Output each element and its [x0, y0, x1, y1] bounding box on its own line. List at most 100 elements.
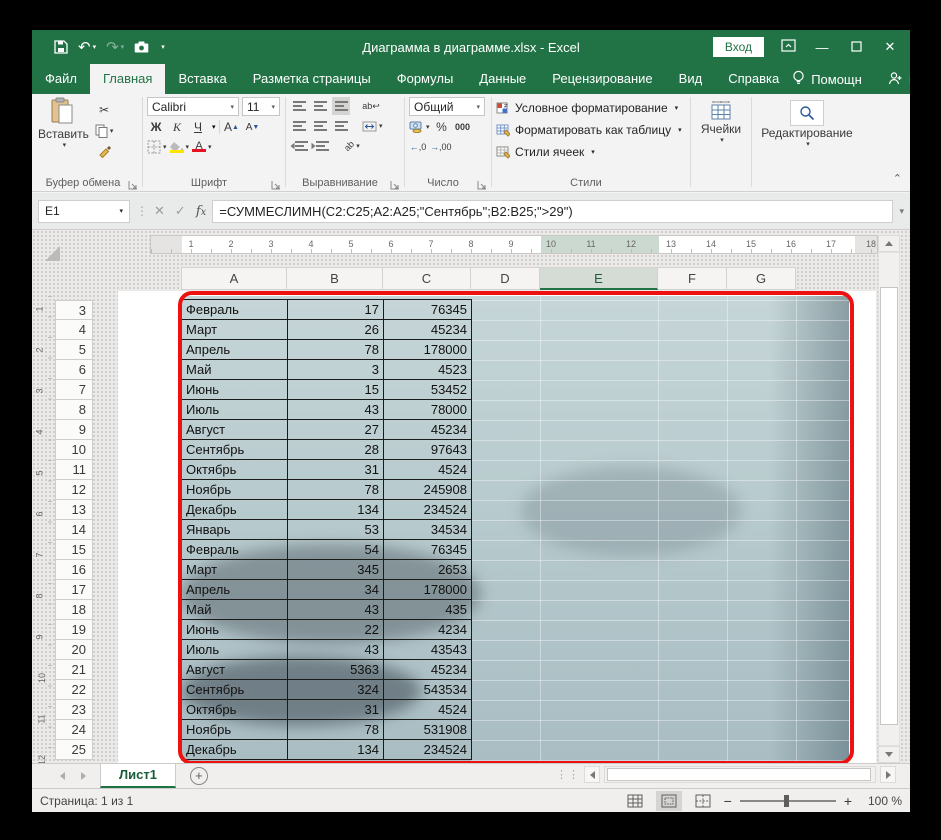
add-sheet-icon[interactable]: + — [190, 767, 208, 785]
tab-главная[interactable]: Главная — [90, 64, 165, 94]
cell-value-c[interactable]: 34534 — [384, 520, 472, 540]
increase-decimal-icon[interactable]: ←,0 — [409, 138, 427, 156]
number-format-combo[interactable]: Общий▾ — [409, 97, 485, 116]
tab-файл[interactable]: Файл — [32, 64, 90, 94]
cut-icon[interactable]: ✂ — [95, 101, 114, 119]
row-header-11[interactable]: 11 — [55, 460, 93, 480]
undo-icon[interactable]: ↶▾ — [78, 38, 96, 56]
align-top-icon[interactable] — [290, 97, 308, 115]
collapse-ribbon-icon[interactable]: ⌃ — [893, 172, 902, 185]
cell-value-c[interactable]: 53452 — [384, 380, 472, 400]
paste-dropdown-icon[interactable]: ▾ — [63, 141, 67, 149]
cell-month[interactable]: Декабрь — [182, 740, 288, 760]
row-header-6[interactable]: 6 — [55, 360, 93, 380]
row-header-8[interactable]: 8 — [55, 400, 93, 420]
cell-value-c[interactable]: 43543 — [384, 640, 472, 660]
enter-formula-icon[interactable]: ✓ — [175, 203, 186, 219]
cell-value-b[interactable]: 31 — [288, 460, 384, 480]
cell-value-c[interactable]: 45234 — [384, 320, 472, 340]
row-header-7[interactable]: 7 — [55, 380, 93, 400]
zoom-slider[interactable] — [740, 800, 836, 802]
cell-month[interactable]: Март — [182, 560, 288, 580]
column-header-C[interactable]: C — [383, 267, 471, 290]
copy-icon[interactable]: ▾ — [95, 122, 114, 140]
next-sheet-icon[interactable] — [81, 772, 86, 780]
cancel-formula-icon[interactable]: ✕ — [154, 203, 165, 219]
sign-in-button[interactable]: Вход — [713, 37, 764, 57]
row-header-25[interactable]: 25 — [55, 740, 93, 760]
ribbon-display-options-icon[interactable] — [778, 39, 798, 55]
merge-center-icon[interactable]: ▾ — [362, 117, 383, 135]
row-header-5[interactable]: 5 — [55, 340, 93, 360]
column-header-E[interactable]: E — [540, 267, 658, 290]
cell-value-b[interactable]: 78 — [288, 720, 384, 740]
font-size-combo[interactable]: 11▾ — [242, 97, 280, 116]
cell-month[interactable]: Май — [182, 600, 288, 620]
insert-function-icon[interactable]: fx — [196, 204, 206, 219]
column-header-F[interactable]: F — [658, 267, 727, 290]
cell-value-c[interactable]: 435 — [384, 600, 472, 620]
column-header-B[interactable]: B — [287, 267, 383, 290]
formula-bar-expand-icon[interactable]: ▾ — [899, 206, 904, 217]
redo-dropdown-icon[interactable]: ▾ — [121, 43, 125, 51]
align-center-icon[interactable] — [311, 117, 329, 135]
italic-button[interactable]: К — [168, 118, 186, 136]
tab-формулы[interactable]: Формулы — [384, 64, 467, 94]
cell-value-c[interactable]: 76345 — [384, 540, 472, 560]
cell-value-b[interactable]: 43 — [288, 600, 384, 620]
cell-value-b[interactable]: 134 — [288, 500, 384, 520]
cell-value-b[interactable]: 345 — [288, 560, 384, 580]
redo-icon[interactable]: ↷▾ — [106, 38, 124, 56]
editing-button[interactable]: Редактирование ▾ — [756, 100, 858, 148]
undo-dropdown-icon[interactable]: ▾ — [93, 43, 97, 51]
cell-month[interactable]: Август — [182, 420, 288, 440]
font-dialog-launcher-icon[interactable] — [271, 177, 281, 187]
tab-рецензирование[interactable]: Рецензирование — [539, 64, 665, 94]
cell-value-c[interactable]: 78000 — [384, 400, 472, 420]
shrink-font-button[interactable]: А▼ — [244, 118, 262, 136]
cell-value-b[interactable]: 31 — [288, 700, 384, 720]
save-icon[interactable] — [54, 40, 68, 54]
horizontal-scrollbar[interactable]: ⋮⋮ — [556, 766, 896, 783]
borders-icon[interactable]: ▾ — [147, 138, 167, 156]
cell-value-c[interactable]: 76345 — [384, 300, 472, 320]
row-header-12[interactable]: 12 — [55, 480, 93, 500]
maximize-button[interactable] — [846, 40, 866, 55]
cell-month[interactable]: Октябрь — [182, 700, 288, 720]
cell-value-c[interactable]: 4524 — [384, 460, 472, 480]
font-name-combo[interactable]: Calibri▾ — [147, 97, 239, 116]
prev-sheet-icon[interactable] — [60, 772, 65, 780]
row-header-24[interactable]: 24 — [55, 720, 93, 740]
row-header-4[interactable]: 4 — [55, 320, 93, 340]
cell-value-c[interactable]: 4523 — [384, 360, 472, 380]
cell-month[interactable]: Февраль — [182, 300, 288, 320]
clipboard-dialog-launcher-icon[interactable] — [128, 177, 138, 187]
cell-value-c[interactable]: 178000 — [384, 340, 472, 360]
cell-value-c[interactable]: 245908 — [384, 480, 472, 500]
comma-style-icon[interactable]: 000 — [454, 118, 472, 136]
zoom-out-icon[interactable]: − — [724, 793, 732, 809]
underline-dropdown-icon[interactable]: ▾ — [212, 123, 216, 131]
row-header-15[interactable]: 15 — [55, 540, 93, 560]
cell-value-b[interactable]: 43 — [288, 400, 384, 420]
row-header-3[interactable]: 3 — [55, 300, 93, 320]
cell-value-b[interactable]: 26 — [288, 320, 384, 340]
align-bottom-icon[interactable] — [332, 97, 350, 115]
cell-month[interactable]: Июль — [182, 400, 288, 420]
format-as-table-button[interactable]: Форматировать как таблицу ▾ — [496, 119, 686, 141]
tab-данные[interactable]: Данные — [466, 64, 539, 94]
cell-value-b[interactable]: 27 — [288, 420, 384, 440]
increase-indent-icon[interactable] — [311, 137, 329, 155]
row-header-16[interactable]: 16 — [55, 560, 93, 580]
cell-value-c[interactable]: 234524 — [384, 500, 472, 520]
tell-me-label[interactable]: Помощн — [811, 72, 862, 87]
close-button[interactable]: ✕ — [880, 39, 900, 55]
cell-month[interactable]: Январь — [182, 520, 288, 540]
cell-value-c[interactable]: 531908 — [384, 720, 472, 740]
tab-разметка-страницы[interactable]: Разметка страницы — [240, 64, 384, 94]
cell-month[interactable]: Июнь — [182, 620, 288, 640]
row-header-9[interactable]: 9 — [55, 420, 93, 440]
row-header-18[interactable]: 18 — [55, 600, 93, 620]
cell-value-c[interactable]: 4524 — [384, 700, 472, 720]
number-dialog-launcher-icon[interactable] — [477, 177, 487, 187]
